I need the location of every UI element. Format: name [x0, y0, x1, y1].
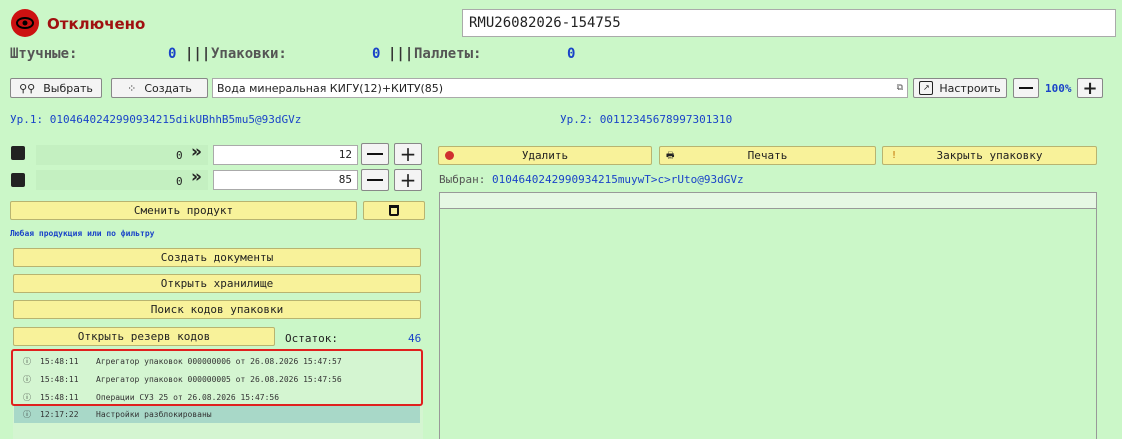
level1-row: Ур.1: 0104640242990934215dikUBhhB5mu5@93…: [10, 113, 301, 126]
close-box-button[interactable]: ! Закрыть упаковку: [882, 146, 1097, 165]
plus-icon: +: [399, 142, 417, 166]
change-product-button[interactable]: Сменить продукт: [10, 201, 357, 220]
create-icon: ⁘: [127, 81, 137, 95]
level2-value: 00112345678997301310: [599, 113, 733, 126]
trash-button[interactable]: [363, 201, 425, 220]
delete-button[interactable]: Удалить: [438, 146, 652, 165]
status-indicator[interactable]: [11, 9, 39, 37]
info-icon: ⓘ: [23, 410, 31, 419]
plus-icon: +: [1082, 77, 1098, 99]
filter-text: Любая продукция или по фильтру: [10, 229, 155, 238]
selected-value: 0104640242990934215muywT>c>rUto@93dGVz: [491, 173, 744, 186]
transfer-icon[interactable]: »: [191, 167, 202, 187]
print-button[interactable]: 🖶 Печать: [659, 146, 876, 165]
minus-icon: [1019, 87, 1033, 89]
minus-icon: [367, 153, 383, 155]
search-codes-button[interactable]: Поиск кодов упаковки: [13, 300, 421, 319]
zoom-level: 100%: [1045, 82, 1072, 95]
pieces-value: 0: [168, 46, 177, 62]
row1-quantity-input[interactable]: 12: [213, 145, 358, 165]
remainder-value: 46: [408, 332, 422, 345]
level1-label: Ур.1:: [10, 113, 44, 126]
plus-icon: +: [399, 168, 417, 192]
row2-quantity-input[interactable]: 85: [213, 170, 358, 190]
row2-decrement-button[interactable]: [361, 169, 389, 191]
status-label: Отключено: [47, 15, 146, 33]
level1-value: 0104640242990934215dikUBhhB5mu5@93dGVz: [49, 113, 302, 126]
popout-icon[interactable]: ⧉: [897, 83, 903, 93]
product-name: Вода минеральная КИГУ(12)+КИТУ(85): [217, 81, 444, 95]
open-reserve-button[interactable]: Открыть резерв кодов: [13, 327, 275, 346]
codes-list-header[interactable]: [439, 192, 1097, 209]
create-documents-button[interactable]: Создать документы: [13, 248, 421, 267]
remainder-label: Остаток:: [285, 332, 338, 345]
level2-row: Ур.2: 00112345678997301310: [560, 113, 732, 126]
level2-label: Ур.2:: [560, 113, 594, 126]
row1-count: 0: [176, 149, 183, 162]
pallets-value: 0: [567, 46, 576, 62]
box-icon: [11, 146, 25, 160]
session-id-field[interactable]: RMU26082026-154755: [462, 9, 1116, 37]
selected-label: Выбран:: [439, 173, 486, 186]
session-id: RMU26082026-154755: [469, 15, 621, 31]
configure-button[interactable]: ↗ Настроить: [913, 78, 1007, 98]
pallets-label: Паллеты:: [414, 46, 482, 62]
warning-icon: !: [891, 150, 898, 161]
counter-separator: |||: [388, 46, 414, 62]
select-icon: ⚲⚲: [19, 81, 36, 95]
row2-count: 0: [176, 175, 183, 188]
pallet-icon: [11, 173, 25, 187]
row2-increment-button[interactable]: +: [394, 168, 422, 192]
codes-list[interactable]: [439, 209, 1097, 439]
pieces-label: Штучные:: [10, 46, 78, 62]
boxes-value: 0: [372, 46, 381, 62]
row1-decrement-button[interactable]: [361, 143, 389, 165]
zoom-out-button[interactable]: [1013, 78, 1039, 98]
stop-icon: [445, 151, 454, 160]
transfer-icon[interactable]: »: [191, 142, 202, 162]
selected-row: Выбран: 0104640242990934215muywT>c>rUto@…: [439, 173, 744, 186]
log-entry-selected[interactable]: ⓘ 12:17:22 Настройки разблокированы: [14, 406, 420, 423]
edit-icon: ↗: [919, 81, 934, 95]
minus-icon: [367, 179, 383, 181]
counter-separator: |||: [185, 46, 211, 62]
product-name-field[interactable]: Вода минеральная КИГУ(12)+КИТУ(85) ⧉: [212, 78, 908, 98]
zoom-in-button[interactable]: +: [1077, 77, 1103, 99]
select-button[interactable]: ⚲⚲ Выбрать: [10, 78, 102, 98]
eye-icon: [16, 17, 34, 29]
trash-icon: [389, 205, 399, 216]
printer-icon: 🖶: [666, 150, 675, 161]
create-button[interactable]: ⁘ Создать: [111, 78, 208, 98]
boxes-label: Упаковки:: [211, 46, 287, 62]
row1-increment-button[interactable]: +: [394, 142, 422, 166]
highlight-box: [11, 349, 423, 406]
open-storage-button[interactable]: Открыть хранилище: [13, 274, 421, 293]
